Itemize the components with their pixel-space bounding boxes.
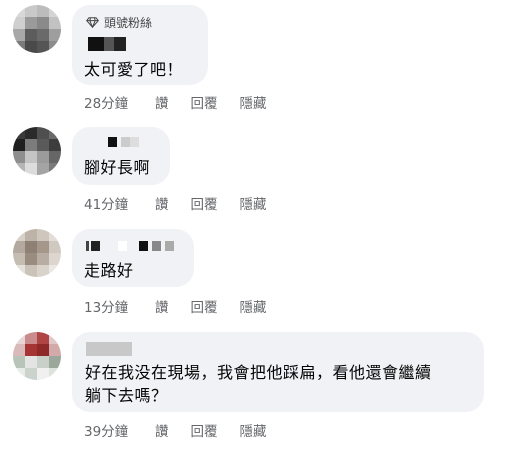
author-name[interactable]: [108, 137, 139, 147]
hide-button[interactable]: 隱藏: [240, 420, 267, 440]
like-button[interactable]: 讚: [155, 92, 169, 112]
like-button[interactable]: 讚: [155, 420, 169, 440]
timestamp[interactable]: 28分鐘: [84, 92, 155, 112]
comment-actions: 39分鐘 讚 回覆 隱藏: [84, 420, 289, 440]
comment-text-line-2: 躺下去嗎？: [85, 386, 168, 405]
author-name[interactable]: [86, 342, 132, 356]
comment-bubble: 好在我没在現場，我會把他踩扁，看他還會繼續 躺下去嗎？: [72, 332, 484, 412]
top-fan-badge: 頭號粉絲: [86, 14, 152, 31]
comment-actions: 41分鐘 讚 回覆 隱藏: [84, 193, 289, 213]
hide-button[interactable]: 隱藏: [240, 296, 267, 316]
diamond-icon: [86, 17, 99, 28]
avatar[interactable]: [13, 332, 61, 380]
timestamp[interactable]: 39分鐘: [84, 420, 155, 440]
hide-button[interactable]: 隱藏: [240, 92, 267, 112]
badge-label: 頭號粉絲: [104, 16, 153, 30]
reply-button[interactable]: 回覆: [191, 92, 218, 112]
timestamp[interactable]: 41分鐘: [84, 193, 155, 213]
comment-text: 腳好長啊: [84, 158, 151, 177]
like-button[interactable]: 讚: [155, 296, 169, 316]
avatar[interactable]: [13, 229, 61, 277]
timestamp[interactable]: 13分鐘: [84, 296, 155, 316]
comment-actions: 28分鐘 讚 回覆 隱藏: [84, 92, 289, 112]
reply-button[interactable]: 回覆: [191, 193, 218, 213]
comment-text: 太可愛了吧！: [84, 60, 184, 79]
avatar[interactable]: [13, 127, 61, 175]
comment-text: 走路好: [84, 261, 134, 280]
author-name[interactable]: [86, 241, 174, 251]
hide-button[interactable]: 隱藏: [240, 193, 267, 213]
reply-button[interactable]: 回覆: [191, 420, 218, 440]
like-button[interactable]: 讚: [155, 193, 169, 213]
comment-bubble: 腳好長啊: [72, 127, 170, 185]
comment-bubble: 頭號粉絲 太可愛了吧！: [72, 5, 208, 85]
comment-actions: 13分鐘 讚 回覆 隱藏: [84, 296, 289, 316]
comment-bubble: 走路好: [72, 229, 194, 287]
avatar[interactable]: [13, 5, 61, 53]
reply-button[interactable]: 回覆: [191, 296, 218, 316]
author-name[interactable]: [88, 37, 126, 51]
